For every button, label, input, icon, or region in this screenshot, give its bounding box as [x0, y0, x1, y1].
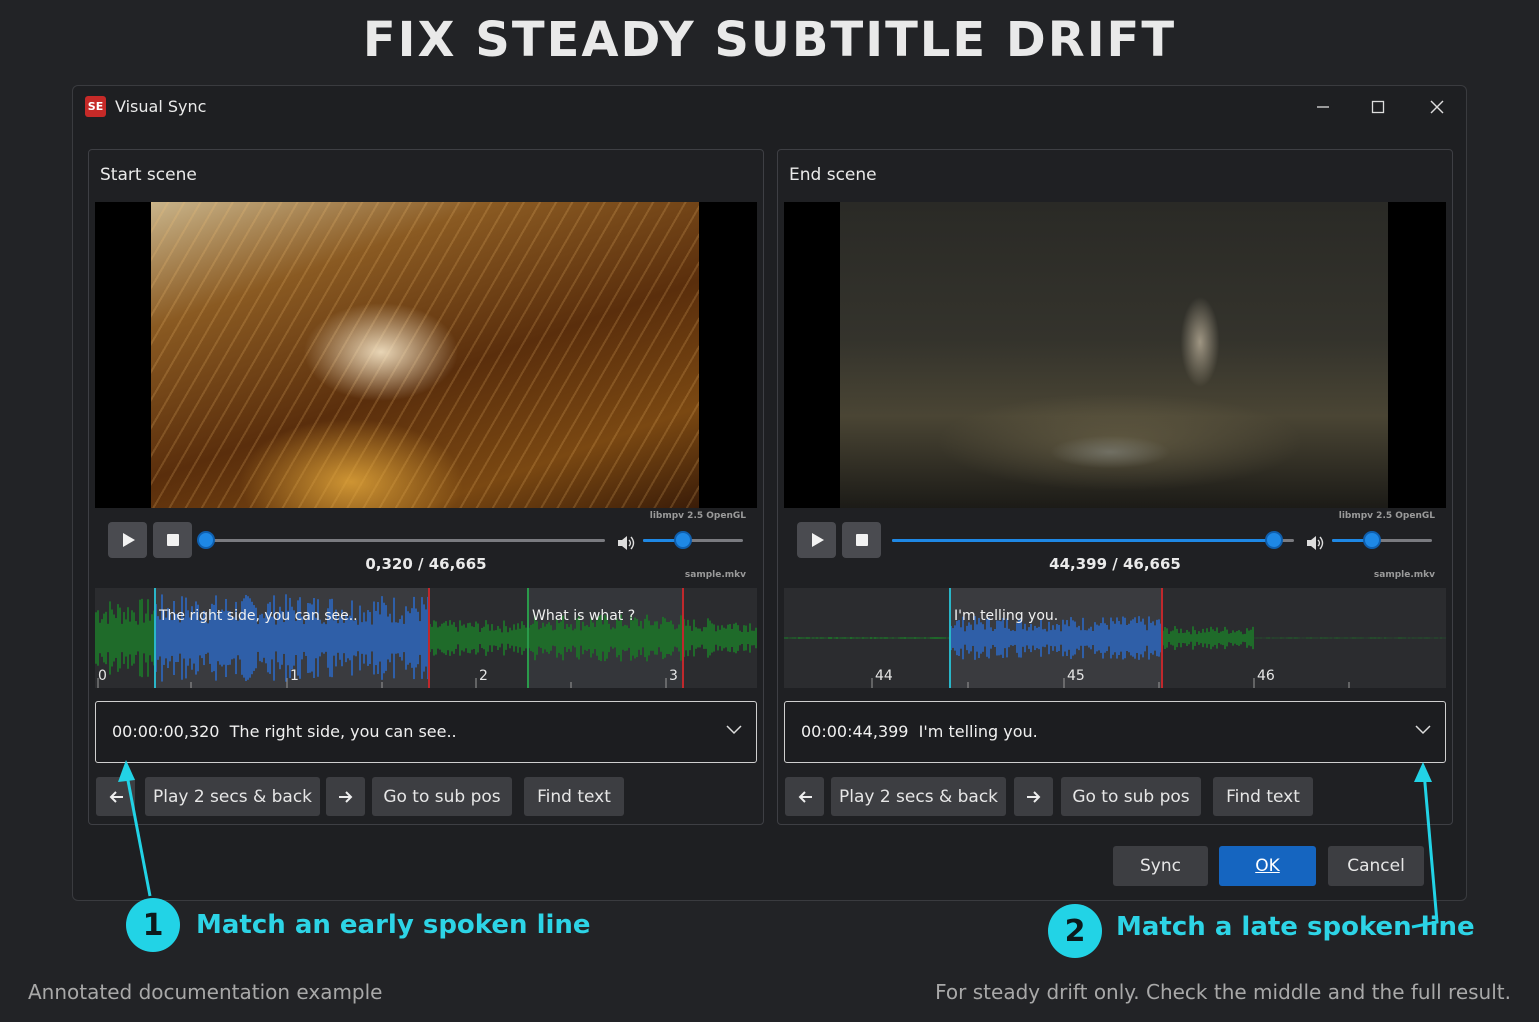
step-2-caption: Match a late spoken line [1116, 912, 1475, 942]
footer-left-note: Annotated documentation example [28, 980, 383, 1004]
footer-right-note: For steady drift only. Check the middle … [935, 980, 1511, 1004]
step-2-badge: 2 [1048, 904, 1102, 958]
step-1-caption: Match an early spoken line [196, 910, 591, 940]
annotation-arrows [118, 760, 1439, 929]
step-1-badge: 1 [126, 898, 180, 952]
